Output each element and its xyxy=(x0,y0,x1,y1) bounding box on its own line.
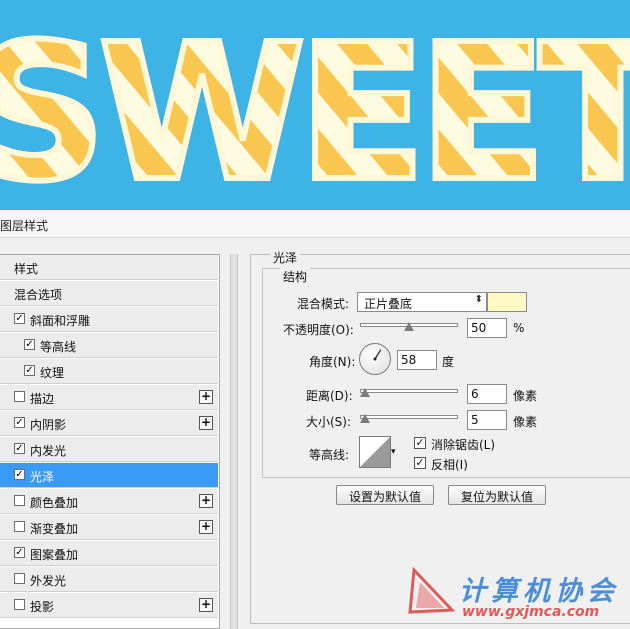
antialias-checkbox[interactable]: ✓ xyxy=(414,437,426,449)
style-checkbox[interactable]: ✓ xyxy=(24,365,35,376)
style-checkbox[interactable] xyxy=(14,521,25,532)
size-slider-thumb[interactable] xyxy=(360,414,370,423)
invert-checkbox[interactable]: ✓ xyxy=(414,457,426,469)
style-item-label: 混合选项 xyxy=(14,288,63,302)
contour-curve-icon xyxy=(360,437,390,467)
style-item[interactable]: ✓ 光泽 xyxy=(0,463,218,488)
style-item-label: 投影 xyxy=(30,600,55,614)
add-style-icon[interactable]: + xyxy=(199,416,213,430)
add-style-icon[interactable]: + xyxy=(199,520,213,534)
style-item-label: 等高线 xyxy=(40,340,77,354)
style-checkbox[interactable]: ✓ xyxy=(14,417,25,428)
style-item[interactable]: 外发光 xyxy=(0,567,218,592)
reset-default-button[interactable]: 复位为默认值 xyxy=(448,485,546,505)
invert-label: 反相(I) xyxy=(431,458,468,472)
blend-mode-value: 正片叠底 xyxy=(364,297,413,311)
style-checkbox[interactable]: ✓ xyxy=(14,547,25,558)
style-item[interactable]: 颜色叠加 + xyxy=(0,489,218,514)
angle-input[interactable]: 58 xyxy=(397,350,437,370)
contour-picker[interactable] xyxy=(359,436,391,468)
style-item[interactable]: ✓ 纹理 xyxy=(0,359,218,384)
style-item-label: 颜色叠加 xyxy=(30,496,79,510)
style-item-label: 内发光 xyxy=(30,444,67,458)
style-checkbox[interactable]: ✓ xyxy=(14,443,25,454)
watermark-logo-icon xyxy=(408,566,456,614)
style-item[interactable]: 描边 + xyxy=(0,385,218,410)
antialias-label: 消除锯齿(L) xyxy=(431,438,496,452)
distance-unit: 像素 xyxy=(513,389,538,403)
add-style-icon[interactable]: + xyxy=(199,390,213,404)
style-item[interactable]: ✓ 斜面和浮雕 xyxy=(0,307,218,332)
contour-dropdown-icon[interactable]: ▾ xyxy=(391,447,396,457)
style-list: 样式 混合选项 ✓ 斜面和浮雕 ✓ 等高线 ✓ 纹理 描边 + ✓ 内阴影 + ✓ 内发光 ✓ 光泽 颜色叠加 + 渐… xyxy=(0,254,220,629)
style-checkbox[interactable] xyxy=(14,391,25,402)
angle-dial[interactable] xyxy=(359,343,391,375)
style-item[interactable]: ✓ 图案叠加 xyxy=(0,541,218,566)
blend-mode-label: 混合模式: xyxy=(297,297,350,311)
style-checkbox[interactable]: ✓ xyxy=(14,469,25,480)
sweet-text: SWEET xyxy=(0,4,630,210)
style-item-label: 渐变叠加 xyxy=(30,522,79,536)
dialog-title: 图层样式 xyxy=(0,219,49,233)
opacity-label: 不透明度(O): xyxy=(283,323,354,337)
style-item-label: 外发光 xyxy=(30,574,67,588)
style-item-label: 内阴影 xyxy=(30,418,67,432)
size-input[interactable]: 5 xyxy=(467,410,507,430)
dialog-titlebar[interactable]: 图层样式 xyxy=(0,210,630,238)
style-item-label: 斜面和浮雕 xyxy=(30,314,91,328)
group-title: 结构 xyxy=(280,268,311,285)
watermark-title: 计算机协会 xyxy=(459,576,619,607)
opacity-slider-thumb[interactable] xyxy=(404,322,414,331)
angle-unit: 度 xyxy=(442,355,455,369)
opacity-unit: % xyxy=(513,321,525,335)
style-checkbox[interactable]: ✓ xyxy=(24,339,35,350)
gloss-color-swatch[interactable] xyxy=(487,292,527,312)
style-item[interactable]: ✓ 内阴影 + xyxy=(0,411,218,436)
style-item[interactable]: 渐变叠加 + xyxy=(0,515,218,540)
style-item-label: 纹理 xyxy=(40,366,65,380)
style-checkbox[interactable] xyxy=(14,599,25,610)
style-item-label: 描边 xyxy=(30,392,55,406)
style-item[interactable]: 投影 + xyxy=(0,593,218,618)
size-slider[interactable] xyxy=(360,415,458,419)
section-title: 光泽 xyxy=(270,249,301,266)
distance-input[interactable]: 6 xyxy=(467,384,507,404)
sweet-text-artwork: SWEET xyxy=(0,1,630,210)
watermark-url: www.gxjmca.com xyxy=(462,604,600,620)
contour-label: 等高线: xyxy=(309,448,350,462)
style-checkbox[interactable] xyxy=(14,495,25,506)
site-watermark: 计算机协会 www.gxjmca.com xyxy=(404,566,630,629)
updown-arrows-icon: ⬍ xyxy=(474,294,483,305)
style-item-label: 光泽 xyxy=(30,470,55,484)
opacity-input[interactable]: 50 xyxy=(467,318,507,338)
style-checkbox[interactable] xyxy=(14,573,25,584)
distance-label: 距离(D): xyxy=(306,389,353,403)
angle-label: 角度(N): xyxy=(309,355,356,369)
style-checkbox[interactable]: ✓ xyxy=(14,313,25,324)
style-item[interactable]: 样式 xyxy=(0,255,218,280)
style-item-label: 样式 xyxy=(14,262,39,276)
distance-slider[interactable] xyxy=(360,389,458,393)
blend-mode-select[interactable]: 正片叠底 ⬍ xyxy=(357,292,487,312)
add-style-icon[interactable]: + xyxy=(199,598,213,612)
distance-slider-thumb[interactable] xyxy=(360,388,370,397)
size-unit: 像素 xyxy=(513,415,538,429)
add-style-icon[interactable]: + xyxy=(199,494,213,508)
style-item-label: 图案叠加 xyxy=(30,548,79,562)
set-default-button[interactable]: 设置为默认值 xyxy=(336,485,434,505)
style-item[interactable]: 混合选项 xyxy=(0,281,218,306)
style-item[interactable]: ✓ 内发光 xyxy=(0,437,218,462)
style-item[interactable]: ✓ 等高线 xyxy=(0,333,218,358)
list-scrollbar[interactable] xyxy=(230,254,238,629)
document-canvas[interactable]: SWEET xyxy=(0,0,630,210)
size-label: 大小(S): xyxy=(306,415,352,429)
